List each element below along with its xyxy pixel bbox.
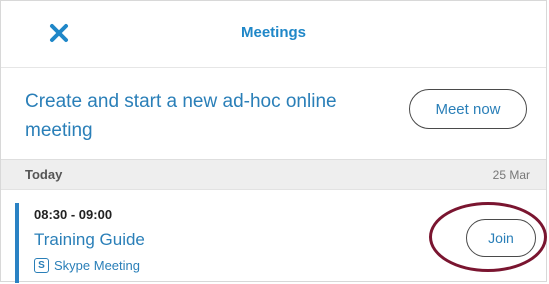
meeting-type: S Skype Meeting — [34, 258, 140, 273]
meeting-type-label: Skype Meeting — [54, 258, 140, 273]
meeting-item[interactable]: 08:30 - 09:00 Training Guide S Skype Mee… — [1, 191, 547, 283]
skype-icon: S — [34, 258, 49, 273]
adhoc-meeting-row: Create and start a new ad-hoc online mee… — [1, 67, 546, 157]
meetings-panel: Meetings Create and start a new ad-hoc o… — [0, 0, 547, 283]
meeting-accent-bar — [15, 203, 19, 283]
section-date-label: 25 Mar — [492, 168, 530, 182]
meet-now-button[interactable]: Meet now — [409, 89, 527, 129]
page-title: Meetings — [240, 24, 306, 41]
meeting-title: Training Guide — [34, 230, 145, 249]
section-day-label: Today — [25, 167, 63, 182]
section-header-today: Today 25 Mar — [1, 159, 546, 190]
header: Meetings — [1, 1, 546, 68]
join-button[interactable]: Join — [466, 219, 536, 257]
adhoc-description: Create and start a new ad-hoc online mee… — [25, 91, 337, 141]
meeting-time: 08:30 - 09:00 — [34, 207, 113, 222]
